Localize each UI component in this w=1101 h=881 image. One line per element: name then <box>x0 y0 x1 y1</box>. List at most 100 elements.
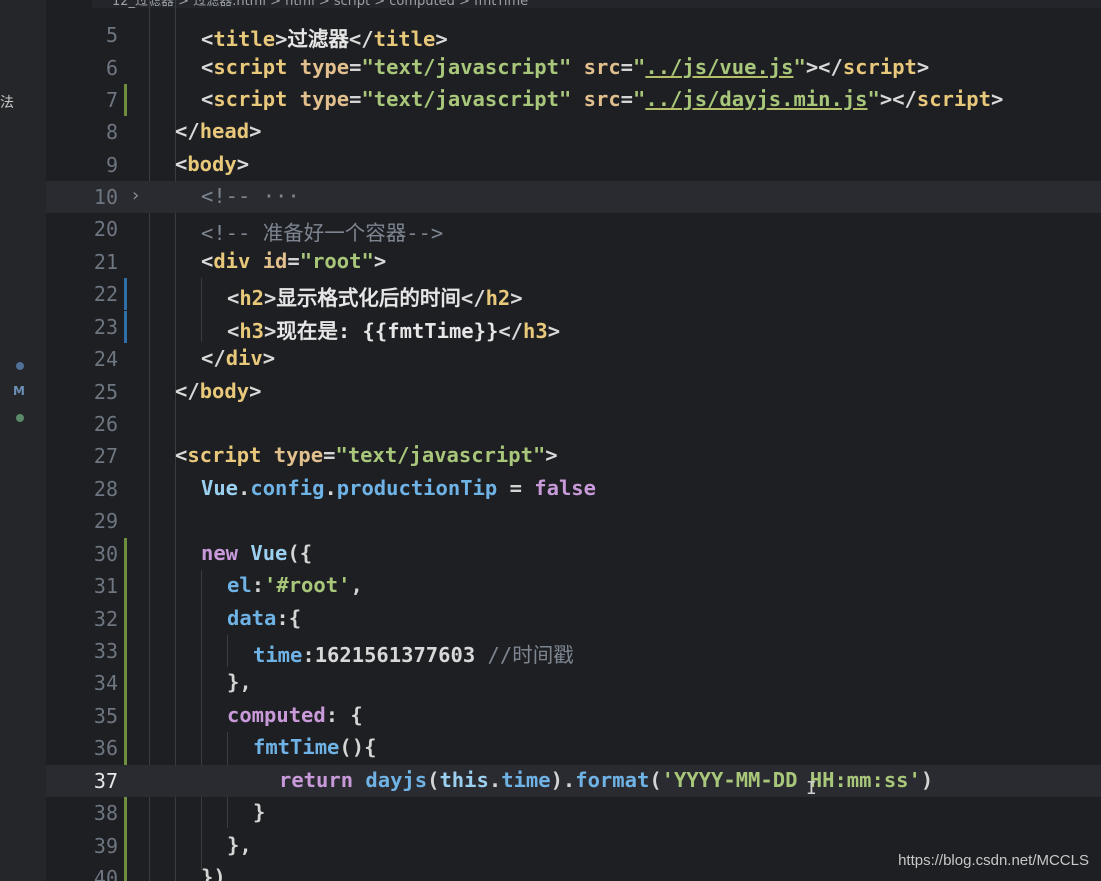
code-content: </head> <box>175 119 262 143</box>
git-change-marker <box>124 278 127 310</box>
title-text: 过滤器 <box>287 27 349 51</box>
line-number: 38 <box>93 801 118 825</box>
code-line[interactable]: 36 fmtTime(){ <box>46 732 1101 764</box>
code-line[interactable]: 20 <!-- 准备好一个容器--> <box>46 213 1101 245</box>
line-number: 20 <box>93 217 118 241</box>
line-number: 23 <box>93 315 118 339</box>
code-line[interactable]: 10 › <!-- ··· <box>46 181 1101 213</box>
code-content: <h2>显示格式化后的时间</h2> <box>227 286 523 310</box>
line-number: 9 <box>105 153 118 177</box>
code-line[interactable]: 23 <h3>现在是: {{fmtTime}}</h3> <box>46 311 1101 343</box>
line-number: 7 <box>105 88 118 112</box>
code-content: data:{ <box>227 606 302 630</box>
code-line[interactable]: 25 </body> <box>46 376 1101 408</box>
line-number: 10 <box>93 185 118 209</box>
code-editor[interactable]: 12_过滤器 > 过滤器.html > html > script > comp… <box>46 0 1101 881</box>
code-line[interactable]: 38 } <box>46 797 1101 829</box>
code-content: return dayjs(this.time).format('YYYY-MM-… <box>279 768 934 792</box>
code-content: <script type="text/javascript" src="../j… <box>201 87 1004 111</box>
line-number: 29 <box>93 509 118 533</box>
line-number: 24 <box>93 347 118 371</box>
code-line[interactable]: 22 <h2>显示格式化后的时间</h2> <box>46 278 1101 310</box>
breadcrumb: 12_过滤器 > 过滤器.html > html > script > comp… <box>92 0 1101 8</box>
code-line[interactable]: 26 <box>46 408 1101 440</box>
code-line[interactable]: 27 <script type="text/javascript"> <box>46 440 1101 472</box>
code-line[interactable]: 21 <div id="root"> <box>46 246 1101 278</box>
line-number: 6 <box>105 56 118 80</box>
code-line-current[interactable]: 37 return dayjs(this.time).format('YYYY-… <box>46 765 1101 797</box>
code-line[interactable]: 28 Vue.config.productionTip = false <box>46 473 1101 505</box>
code-line[interactable]: 32 data:{ <box>46 603 1101 635</box>
line-number: 37 <box>93 769 118 793</box>
code-line[interactable]: 6 <script type="text/javascript" src="..… <box>46 52 1101 84</box>
script-src-link[interactable]: ../js/vue.js <box>645 55 793 79</box>
code-content: }, <box>227 670 252 694</box>
code-line[interactable]: 24 </div> <box>46 343 1101 375</box>
code-content: </body> <box>175 379 262 403</box>
code-line[interactable]: 35 computed: { <box>46 700 1101 732</box>
line-number: 31 <box>93 574 118 598</box>
code-content: fmtTime(){ <box>253 735 377 759</box>
code-content: el:'#root', <box>227 573 363 597</box>
el-value: '#root' <box>264 573 351 597</box>
code-content: <h3>现在是: {{fmtTime}}</h3> <box>227 319 561 343</box>
git-change-marker <box>124 311 127 343</box>
git-change-marker <box>124 84 127 116</box>
code-content: time:1621561377603 //时间戳 <box>253 643 574 667</box>
folded-comment: <!-- ··· <box>201 184 300 208</box>
code-line[interactable]: 29 <box>46 505 1101 537</box>
line-number: 32 <box>93 607 118 631</box>
watermark: https://blog.csdn.net/MCCLS <box>898 852 1089 869</box>
code-line[interactable]: 33 time:1621561377603 //时间戳 <box>46 635 1101 667</box>
git-status-dot-green <box>16 414 24 422</box>
h2-text: 显示格式化后的时间 <box>276 286 461 310</box>
code-line[interactable]: 5 <title>过滤器</title> <box>46 19 1101 51</box>
line-number: 5 <box>105 23 118 47</box>
activity-bar: 法 M <box>0 0 46 881</box>
line-number: 28 <box>93 477 118 501</box>
boolean-value: false <box>534 476 596 500</box>
code-content: <script type="text/javascript"> <box>175 443 558 467</box>
code-content: <title>过滤器</title> <box>201 27 448 51</box>
code-comment: //时间戳 <box>487 643 574 667</box>
code-content: </div> <box>201 346 276 370</box>
code-line[interactable]: 31 el:'#root', <box>46 570 1101 602</box>
code-comment: <!-- 准备好一个容器--> <box>201 221 444 245</box>
code-content: }, <box>227 833 252 857</box>
code-line[interactable]: 34 }, <box>46 667 1101 699</box>
div-id-value: root <box>312 249 362 273</box>
line-number: 40 <box>93 866 118 881</box>
line-number: 34 <box>93 671 118 695</box>
line-number: 27 <box>93 444 118 468</box>
code-content: computed: { <box>227 703 363 727</box>
text-cursor-icon: I <box>806 778 817 799</box>
line-number: 30 <box>93 542 118 566</box>
code-content: <script type="text/javascript" src="../j… <box>201 55 930 79</box>
code-content: <div id="root"> <box>201 249 387 273</box>
code-content: Vue.config.productionTip = false <box>201 476 596 500</box>
code-content: } <box>253 800 266 824</box>
line-number: 22 <box>93 282 118 306</box>
code-line[interactable]: 9 <body> <box>46 149 1101 181</box>
code-content: }) <box>201 865 226 881</box>
line-number: 33 <box>93 639 118 663</box>
line-number: 36 <box>93 736 118 760</box>
line-number: 21 <box>93 250 118 274</box>
h3-text: 现在是: {{fmtTime}} <box>276 319 499 343</box>
script-src-link[interactable]: ../js/dayjs.min.js <box>645 87 867 111</box>
line-number: 26 <box>93 412 118 436</box>
code-line[interactable]: 8 </head> <box>46 116 1101 148</box>
line-number: 39 <box>93 834 118 858</box>
code-content: <body> <box>175 152 250 176</box>
code-line[interactable]: 7 <script type="text/javascript" src="..… <box>46 84 1101 116</box>
git-status-dot-blue <box>16 362 24 370</box>
script-type-value: text/javascript <box>347 443 533 467</box>
time-value: 1621561377603 <box>314 643 476 667</box>
line-number: 25 <box>93 380 118 404</box>
fold-chevron-icon[interactable]: › <box>130 185 141 206</box>
line-number: 8 <box>105 120 118 144</box>
git-modified-badge: M <box>13 384 25 398</box>
code-content: new Vue({ <box>201 541 313 565</box>
format-string: 'YYYY-MM-DD HH:mm:ss' <box>661 768 921 792</box>
code-line[interactable]: 30 new Vue({ <box>46 538 1101 881</box>
